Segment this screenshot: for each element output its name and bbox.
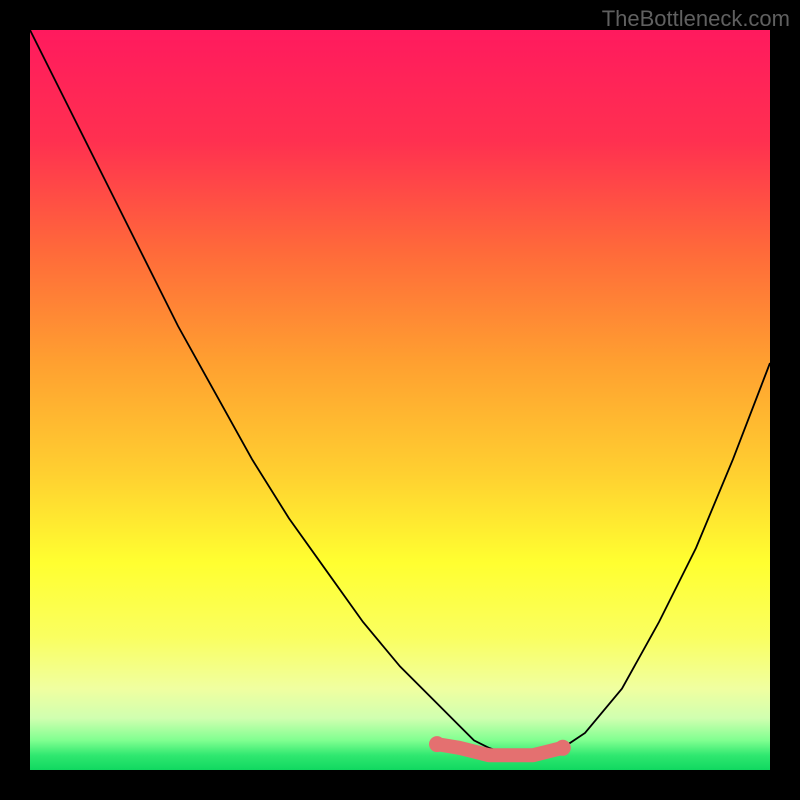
optimal-zone-band bbox=[437, 744, 563, 755]
chart-container: TheBottleneck.com bbox=[0, 0, 800, 800]
bottleneck-curve bbox=[30, 30, 770, 755]
watermark-text: TheBottleneck.com bbox=[602, 6, 790, 32]
optimal-zone-endpoint bbox=[555, 740, 571, 756]
bottleneck-curve-svg bbox=[30, 30, 770, 770]
plot-area bbox=[30, 30, 770, 770]
optimal-zone-endpoint bbox=[429, 736, 445, 752]
